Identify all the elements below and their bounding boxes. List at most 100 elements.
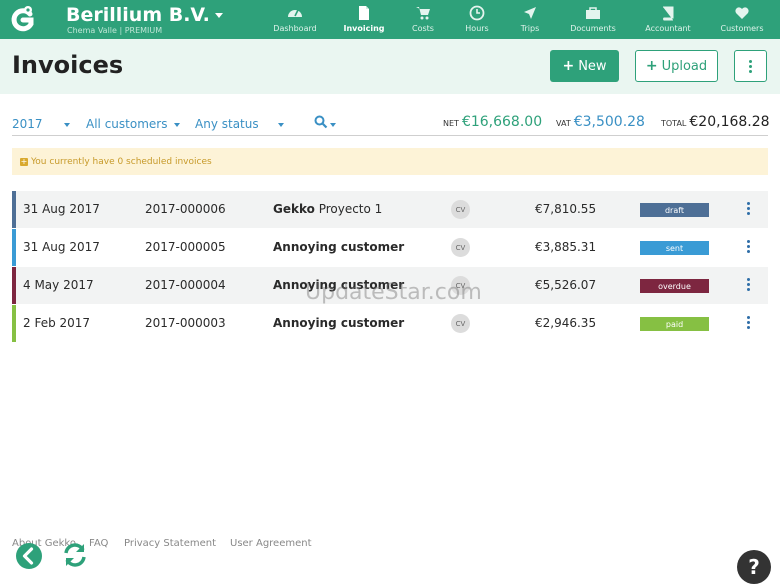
invoice-amount: €3,885.31	[535, 240, 597, 254]
invoice-date: 4 May 2017	[23, 278, 94, 292]
book-icon	[663, 6, 674, 21]
location-arrow-icon	[524, 7, 536, 19]
vat-label: VAT	[556, 119, 571, 128]
chevron-down-icon	[174, 123, 180, 127]
nav-label: Dashboard	[273, 24, 317, 33]
heart-icon	[735, 7, 749, 19]
nav-trips[interactable]: Trips	[516, 0, 544, 39]
nav-label: Invoicing	[343, 24, 385, 33]
customer-name-bold: Annoying customer	[273, 316, 405, 330]
invoice-number: 2017-000005	[145, 240, 226, 254]
faq-link[interactable]: FAQ	[89, 538, 108, 549]
gekko-logo-icon[interactable]	[10, 5, 36, 35]
search-button[interactable]	[314, 115, 336, 132]
more-options-button[interactable]	[734, 50, 767, 82]
nav-label: Customers	[720, 24, 764, 33]
invoice-date: 31 Aug 2017	[23, 202, 100, 216]
nav-label: Accountant	[645, 24, 691, 33]
dashboard-gauge-icon	[288, 9, 302, 17]
help-button[interactable]: ?	[737, 550, 771, 584]
row-menu-icon[interactable]	[747, 316, 751, 330]
status-badge: draft	[640, 203, 709, 217]
invoice-customer: Gekko Proyecto 1	[273, 202, 382, 216]
sync-refresh-icon[interactable]	[61, 541, 89, 569]
row-menu-icon[interactable]	[747, 278, 751, 292]
upload-button-label: Upload	[661, 58, 708, 74]
user-initials-avatar: CV	[451, 200, 470, 219]
status-badge: overdue	[640, 279, 709, 293]
page-title: Invoices	[12, 51, 124, 79]
back-arrow-icon[interactable]	[15, 542, 43, 570]
nav-costs[interactable]: Costs	[409, 0, 437, 39]
company-name: Berillium B.V.	[66, 4, 210, 26]
user-plan-label: Chema Valle | PREMIUM	[67, 26, 163, 35]
chevron-down-icon	[278, 123, 284, 127]
company-switcher[interactable]: Berillium B.V.	[66, 4, 223, 26]
year-filter[interactable]: 2017	[12, 117, 70, 131]
plus-icon: +	[645, 58, 658, 74]
new-button-label: New	[578, 58, 607, 74]
invoice-number: 2017-000004	[145, 278, 226, 292]
top-nav-bar: Berillium B.V. Chema Valle | PREMIUM Das…	[0, 0, 780, 39]
row-menu-icon[interactable]	[747, 240, 751, 254]
invoice-amount: €5,526.07	[535, 278, 597, 292]
invoice-amount: €2,946.35	[535, 316, 597, 330]
watermark: UpdateStar.com	[305, 280, 482, 305]
upload-button[interactable]: + Upload	[635, 50, 718, 82]
user-initials-avatar: CV	[451, 238, 470, 257]
clock-icon	[469, 5, 485, 21]
invoice-row[interactable]: 31 Aug 2017 2017-000005 Annoying custome…	[12, 229, 768, 266]
new-invoice-button[interactable]: + New	[550, 50, 619, 82]
status-color-bar	[12, 229, 16, 266]
nav-label: Trips	[520, 24, 540, 33]
nav-label: Documents	[570, 24, 616, 33]
filter-bar: 2017 All customers Any status NET €16,668…	[12, 113, 770, 136]
net-total: NET €16,668.00	[443, 114, 542, 130]
nav-documents[interactable]: Documents	[569, 0, 617, 39]
status-color-bar	[12, 191, 16, 228]
invoice-row[interactable]: 31 Aug 2017 2017-000006 Gekko Proyecto 1…	[12, 191, 768, 228]
document-icon	[359, 6, 369, 20]
nav-label: Costs	[412, 24, 434, 33]
status-filter-value: Any status	[195, 117, 259, 131]
status-filter[interactable]: Any status	[195, 117, 284, 131]
nav-dashboard[interactable]: Dashboard	[273, 0, 317, 39]
invoice-amount: €7,810.55	[535, 202, 597, 216]
user-agreement-link[interactable]: User Agreement	[230, 538, 312, 549]
help-question-icon: ?	[748, 555, 760, 579]
nav-label: Hours	[465, 24, 489, 33]
scheduled-invoices-notice[interactable]: + You currently have 0 scheduled invoices	[12, 148, 768, 175]
customer-name-bold: Annoying customer	[273, 240, 405, 254]
chevron-down-icon	[330, 123, 336, 127]
customer-filter-value: All customers	[86, 117, 168, 131]
net-value: €16,668.00	[461, 114, 543, 130]
net-label: NET	[443, 119, 459, 128]
privacy-statement-link[interactable]: Privacy Statement	[124, 538, 216, 549]
invoice-number: 2017-000003	[145, 316, 226, 330]
grand-total: TOTAL €20,168.28	[661, 114, 770, 130]
nav-hours[interactable]: Hours	[463, 0, 491, 39]
total-label: TOTAL	[661, 119, 687, 128]
invoice-customer: Annoying customer	[273, 316, 404, 330]
user-initials-avatar: CV	[451, 314, 470, 333]
status-badge: paid	[640, 317, 709, 331]
notice-text: You currently have 0 scheduled invoices	[31, 156, 212, 167]
vat-value: €3,500.28	[573, 114, 645, 130]
customer-name-bold: Gekko	[273, 202, 315, 216]
total-value: €20,168.28	[689, 114, 770, 130]
row-menu-icon[interactable]	[747, 202, 751, 216]
invoice-customer: Annoying customer	[273, 240, 404, 254]
briefcase-icon	[586, 7, 600, 19]
plus-square-icon: +	[20, 156, 28, 166]
nav-accountant[interactable]: Accountant	[644, 0, 692, 39]
chevron-down-icon	[214, 13, 223, 18]
vertical-ellipsis-icon	[749, 59, 752, 74]
customer-name-rest: Proyecto 1	[314, 202, 383, 216]
cart-icon	[416, 7, 430, 20]
invoice-row[interactable]: 2 Feb 2017 2017-000003 Annoying customer…	[12, 305, 768, 342]
nav-invoicing[interactable]: Invoicing	[343, 0, 385, 39]
nav-customers[interactable]: Customers	[719, 0, 765, 39]
customer-filter[interactable]: All customers	[86, 117, 180, 131]
invoice-number: 2017-000006	[145, 202, 226, 216]
plus-icon: +	[562, 58, 575, 74]
